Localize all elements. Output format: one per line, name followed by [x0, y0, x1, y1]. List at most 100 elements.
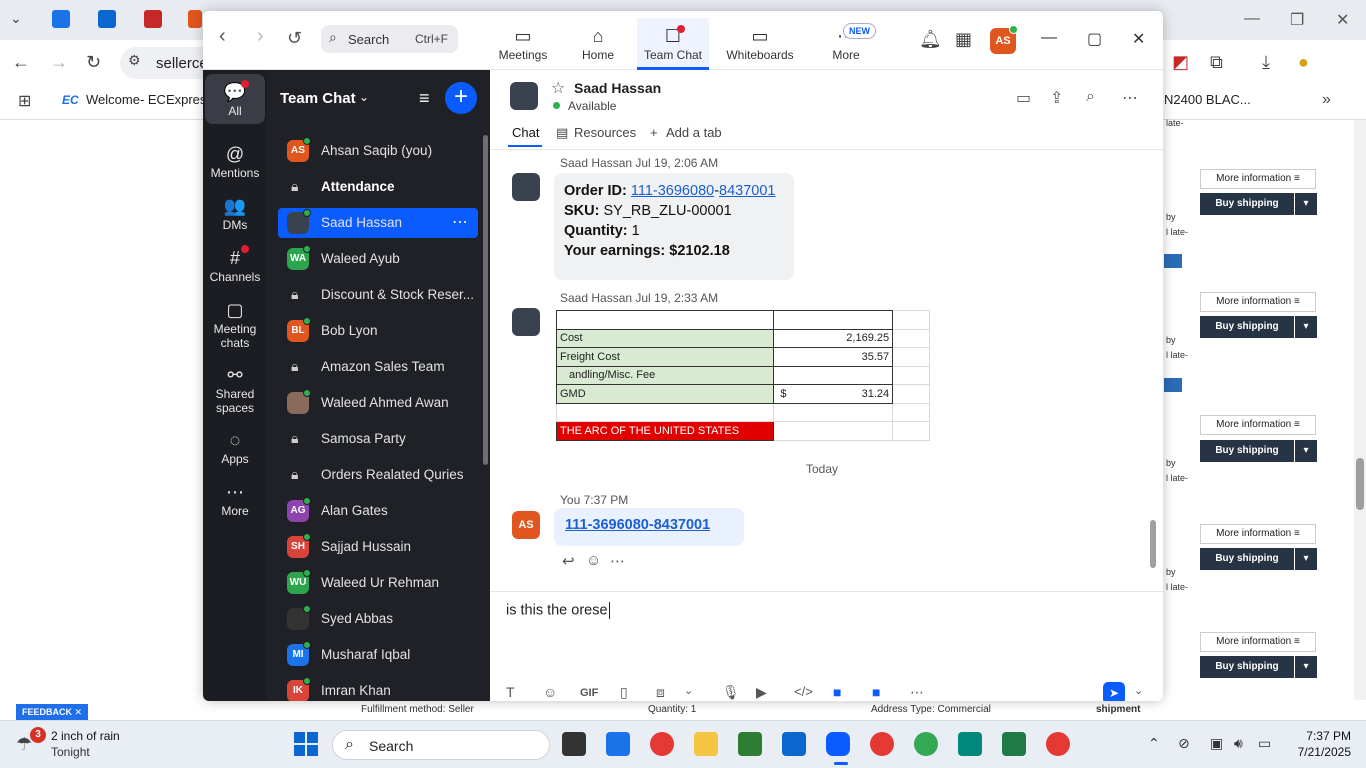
more-options-icon[interactable]: ⋯ — [1122, 88, 1138, 108]
zoom-back-icon[interactable]: ‹ — [219, 25, 226, 48]
chat-list-item[interactable]: MI Musharaf Iqbal — [278, 640, 478, 670]
new-chat-button[interactable]: + — [445, 82, 477, 114]
start-button[interactable] — [294, 732, 318, 756]
notifications-bell-icon[interactable]: 🔔︎ — [919, 29, 942, 50]
format-text-icon[interactable]: T — [506, 684, 515, 700]
chat-list-item[interactable]: BL Bob Lyon — [278, 316, 478, 346]
tab-list-icon[interactable]: ⌄ — [10, 10, 22, 27]
chevron-down-icon[interactable]: ⌄ — [359, 90, 369, 104]
share-screen-icon[interactable]: ⇪ — [1050, 88, 1063, 108]
rail-all[interactable]: 💬 All — [205, 74, 265, 124]
excel-icon[interactable] — [1002, 732, 1026, 756]
bookmarks-overflow-icon[interactable]: » — [1322, 91, 1331, 109]
feedback-button[interactable]: FEEDBACK ✕ — [16, 704, 89, 720]
chrome-profile-icon[interactable] — [870, 732, 894, 756]
chrome-icon[interactable] — [650, 732, 674, 756]
order-id-link[interactable]: 111-3696080-8437001 — [565, 517, 710, 533]
browser-maximize-icon[interactable]: ❐ — [1290, 10, 1304, 30]
tab-home[interactable]: ⌂ Home — [562, 18, 634, 70]
more-information-button[interactable]: More information ≡ — [1200, 524, 1316, 544]
store-icon[interactable] — [606, 732, 630, 756]
outlook-icon[interactable] — [782, 732, 806, 756]
zoom-app-icon[interactable] — [826, 732, 850, 756]
more-information-button[interactable]: More information ≡ — [1200, 632, 1316, 652]
calculator-icon[interactable] — [738, 732, 762, 756]
chrome-profile-icon-2[interactable] — [914, 732, 938, 756]
buy-shipping-button[interactable]: Buy shipping — [1200, 440, 1294, 462]
back-icon[interactable]: ← — [12, 52, 30, 73]
zoom-minimize-icon[interactable]: — — [1041, 29, 1057, 47]
page-scrollbar-thumb[interactable] — [1356, 458, 1364, 510]
chat-list-item[interactable]: 🔒︎ Samosa Party — [278, 424, 478, 454]
chat-list-item[interactable]: AG Alan Gates — [278, 496, 478, 526]
more-information-button[interactable]: More information ≡ — [1200, 292, 1316, 312]
message-avatar[interactable] — [512, 308, 540, 336]
star-icon[interactable]: ☆ — [551, 78, 565, 98]
chat-scrollbar[interactable] — [1150, 520, 1156, 568]
buy-shipping-button[interactable]: Buy shipping — [1200, 193, 1294, 215]
chat-list-item[interactable]: WA Waleed Ayub — [278, 244, 478, 274]
chat-list-title[interactable]: Team Chat — [280, 90, 356, 107]
tab-meetings[interactable]: ▭ Meetings — [487, 18, 559, 70]
browser-minimize-icon[interactable]: — — [1244, 10, 1260, 28]
code-snippet-icon[interactable]: </> — [794, 684, 813, 699]
rail-apps[interactable]: ◌ Apps — [205, 428, 265, 466]
chat-list-item[interactable]: SH Sajjad Hussain — [278, 532, 478, 562]
buy-shipping-dropdown[interactable]: ▾ — [1295, 316, 1317, 338]
buy-shipping-button[interactable]: Buy shipping — [1200, 548, 1294, 570]
emoji-reaction-icon[interactable]: ☺ — [586, 552, 601, 569]
clock-time[interactable]: 7:37 PM — [1305, 729, 1351, 743]
tray-overflow-icon[interactable]: ⌃ — [1148, 735, 1160, 752]
reply-icon[interactable]: ↩ — [562, 552, 575, 570]
zoom-search-input[interactable]: ⌕ Search Ctrl+F — [321, 25, 458, 53]
spreadsheet-image[interactable]: Cost 2,169.25 Freight Cost 35.57 andling/M… — [555, 310, 930, 446]
tab-resources[interactable]: Resources — [574, 125, 636, 140]
video-message-icon[interactable]: ▶ — [756, 684, 767, 701]
download-icon[interactable]: ⤓ — [1262, 52, 1270, 73]
emoji-icon[interactable]: ☺ — [543, 684, 557, 700]
task-view-icon[interactable] — [562, 732, 586, 756]
my-message-bubble[interactable]: 111-3696080-8437001 — [554, 508, 744, 546]
tab-chat[interactable]: Chat — [512, 125, 539, 140]
tab-whiteboards[interactable]: ▭ Whiteboards — [724, 18, 796, 70]
chat-list-item[interactable]: 🔒︎ Attendance — [278, 172, 478, 202]
more-options-icon[interactable]: ⋯ — [452, 212, 468, 232]
tab-add-a-tab[interactable]: Add a tab — [666, 125, 722, 140]
video-call-icon[interactable]: ▭ — [1016, 88, 1031, 108]
chat-list-item[interactable]: 🔒︎ Discount & Stock Reser... — [278, 280, 478, 310]
microphone-icon[interactable]: 🎙︎ — [722, 684, 740, 701]
browser-tab-ec[interactable] — [52, 10, 70, 28]
chat-list-item[interactable]: AS Ahsan Saqib (you) — [278, 136, 478, 166]
browser-close-icon[interactable]: ✕ — [1336, 10, 1349, 30]
app-icon-2[interactable]: ■ — [872, 684, 880, 700]
zoom-forward-icon[interactable]: › — [257, 25, 264, 48]
buy-shipping-button[interactable]: Buy shipping — [1200, 656, 1294, 678]
volume-icon[interactable]: 🔊︎ — [1234, 735, 1243, 752]
send-options-icon[interactable]: ⌄ — [1134, 684, 1143, 697]
rail-mentions[interactable]: @ Mentions — [205, 142, 265, 180]
site-info-icon[interactable]: ⚙ — [128, 52, 141, 69]
buy-shipping-dropdown[interactable]: ▾ — [1295, 548, 1317, 570]
order-id-link-part2[interactable]: 8437001 — [719, 183, 775, 199]
send-button[interactable]: ➤ — [1103, 682, 1125, 701]
rail-meeting-chats[interactable]: ▢ Meeting chats — [205, 298, 265, 350]
network-icon[interactable]: ⊘ — [1178, 735, 1190, 752]
chat-list-item[interactable]: 🔒︎ Amazon Sales Team — [278, 352, 478, 382]
rail-more[interactable]: ⋯ More — [205, 480, 265, 518]
rail-shared-spaces[interactable]: ⚯ Shared spaces — [205, 363, 265, 415]
buy-shipping-dropdown[interactable]: ▾ — [1295, 440, 1317, 462]
zoom-maximize-icon[interactable]: ▢ — [1087, 29, 1102, 49]
buy-shipping-dropdown[interactable]: ▾ — [1295, 193, 1317, 215]
chrome-profile-icon-3[interactable] — [1046, 732, 1070, 756]
search-icon[interactable]: ⌕ — [1086, 88, 1095, 106]
app-icon-teal[interactable] — [958, 732, 982, 756]
app-icon-1[interactable]: ■ — [833, 684, 841, 700]
chat-list-item[interactable]: 🔒︎ Orders Realated Quries — [278, 460, 478, 490]
contact-avatar[interactable] — [510, 82, 538, 110]
history-icon[interactable]: ↺ — [287, 28, 302, 49]
battery-icon[interactable]: ▭ — [1258, 735, 1271, 752]
clock-date[interactable]: 7/21/2025 — [1290, 745, 1351, 759]
file-explorer-icon[interactable] — [694, 732, 718, 756]
browser-tab-app[interactable] — [98, 10, 116, 28]
reload-icon[interactable]: ↻ — [86, 52, 101, 73]
